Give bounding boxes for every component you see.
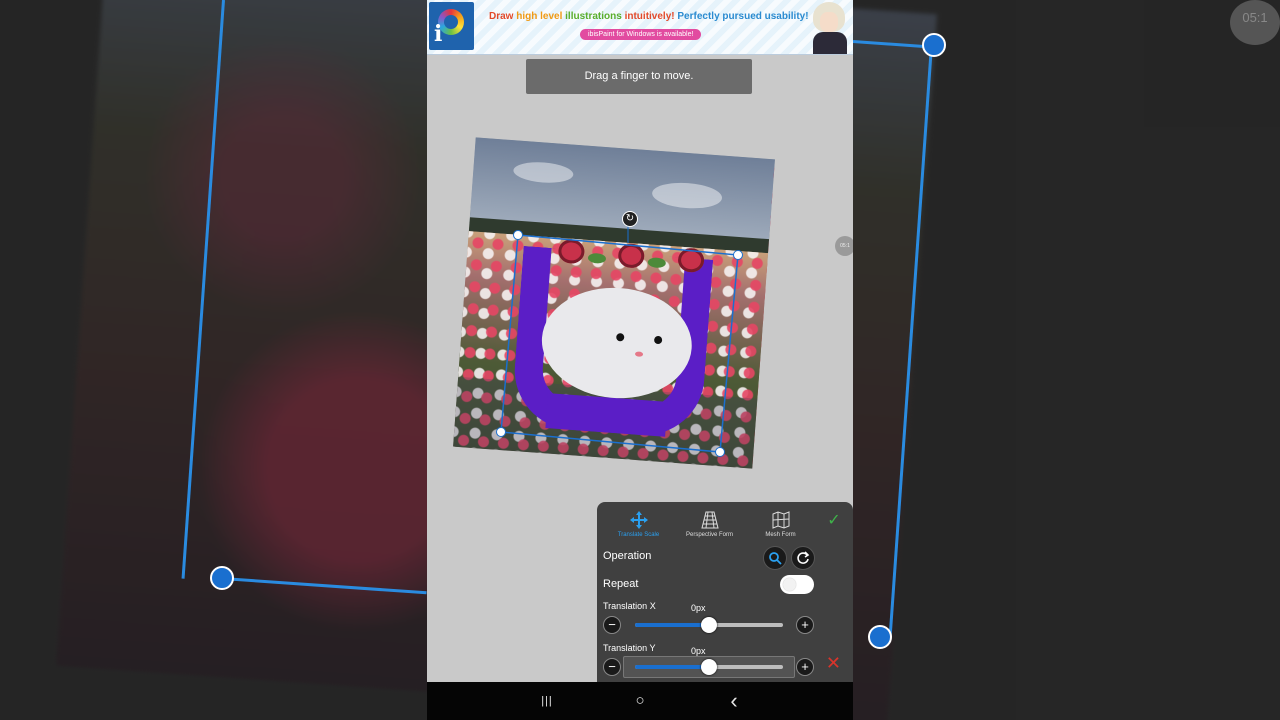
handle-bottom-left[interactable] bbox=[496, 427, 506, 437]
translation-y-plus-button[interactable]: + bbox=[796, 658, 814, 676]
enlarged-handle-bottom-right bbox=[868, 625, 892, 649]
tab-perspective-form[interactable]: Perspective Form bbox=[674, 506, 745, 542]
home-button[interactable]: ○ bbox=[630, 691, 650, 711]
rotate-icon bbox=[797, 551, 810, 564]
repeat-toggle[interactable] bbox=[780, 575, 814, 594]
handle-top-right[interactable] bbox=[733, 250, 743, 260]
translation-x-thumb[interactable] bbox=[701, 617, 717, 633]
magnifier-icon bbox=[769, 552, 782, 565]
transform-panel: Translate Scale Perspective Form Mesh Fo… bbox=[597, 502, 853, 682]
ibispaint-logo-icon: i bbox=[429, 2, 474, 50]
translation-x-minus-button[interactable]: − bbox=[603, 616, 621, 634]
translation-x-plus-button[interactable]: + bbox=[796, 616, 814, 634]
enlarged-handle-left bbox=[210, 566, 234, 590]
enlarged-handle-top-right bbox=[922, 33, 946, 57]
phone-screen: i Draw high level illustrations intuitiv… bbox=[427, 0, 853, 720]
selected-sticker-layer[interactable] bbox=[505, 236, 729, 446]
operation-rotate-button[interactable] bbox=[791, 546, 815, 570]
translation-y-value: 0px bbox=[691, 646, 706, 656]
translation-y-label: Translation Y bbox=[603, 643, 656, 653]
ad-character-image bbox=[805, 0, 853, 54]
translation-y-minus-button[interactable]: − bbox=[603, 658, 621, 676]
ad-banner[interactable]: i Draw high level illustrations intuitiv… bbox=[427, 0, 853, 55]
recents-button[interactable]: ||| bbox=[537, 691, 557, 711]
translation-y-slider[interactable] bbox=[635, 659, 783, 675]
mesh-map-icon bbox=[772, 511, 789, 529]
rotate-handle-icon[interactable]: ↻ bbox=[622, 211, 638, 227]
ad-headline: Draw high level illustrations intuitivel… bbox=[489, 11, 809, 22]
confirm-checkmark-button[interactable]: ✓ bbox=[825, 512, 843, 530]
side-timer: 05:1 bbox=[835, 236, 853, 256]
tab-translate-scale[interactable]: Translate Scale bbox=[603, 506, 674, 542]
translation-x-slider[interactable] bbox=[635, 617, 783, 633]
tab-mesh-form[interactable]: Mesh Form bbox=[745, 506, 816, 542]
android-nav-bar: ||| ○ ‹ bbox=[427, 682, 853, 720]
perspective-grid-icon bbox=[700, 511, 719, 529]
operation-zoom-button[interactable] bbox=[763, 546, 787, 570]
handle-top-left[interactable] bbox=[513, 230, 523, 240]
cancel-button[interactable]: ✕ bbox=[826, 653, 841, 674]
transform-mode-tabs: Translate Scale Perspective Form Mesh Fo… bbox=[603, 506, 847, 542]
repeat-label: Repeat bbox=[603, 578, 639, 590]
operation-label: Operation bbox=[603, 550, 652, 562]
translation-y-thumb[interactable] bbox=[701, 659, 717, 675]
move-arrows-icon bbox=[629, 511, 648, 529]
corner-clock: 05:1 bbox=[1230, 0, 1280, 45]
blurred-background-right bbox=[853, 0, 1280, 720]
ad-pill: ibisPaint for Windows is available! bbox=[580, 29, 702, 40]
back-button[interactable]: ‹ bbox=[724, 690, 744, 712]
handle-bottom-right[interactable] bbox=[715, 447, 725, 457]
toast-message: Drag a finger to move. bbox=[526, 59, 752, 94]
translation-x-label: Translation X bbox=[603, 601, 656, 611]
translation-x-value: 0px bbox=[691, 603, 706, 613]
